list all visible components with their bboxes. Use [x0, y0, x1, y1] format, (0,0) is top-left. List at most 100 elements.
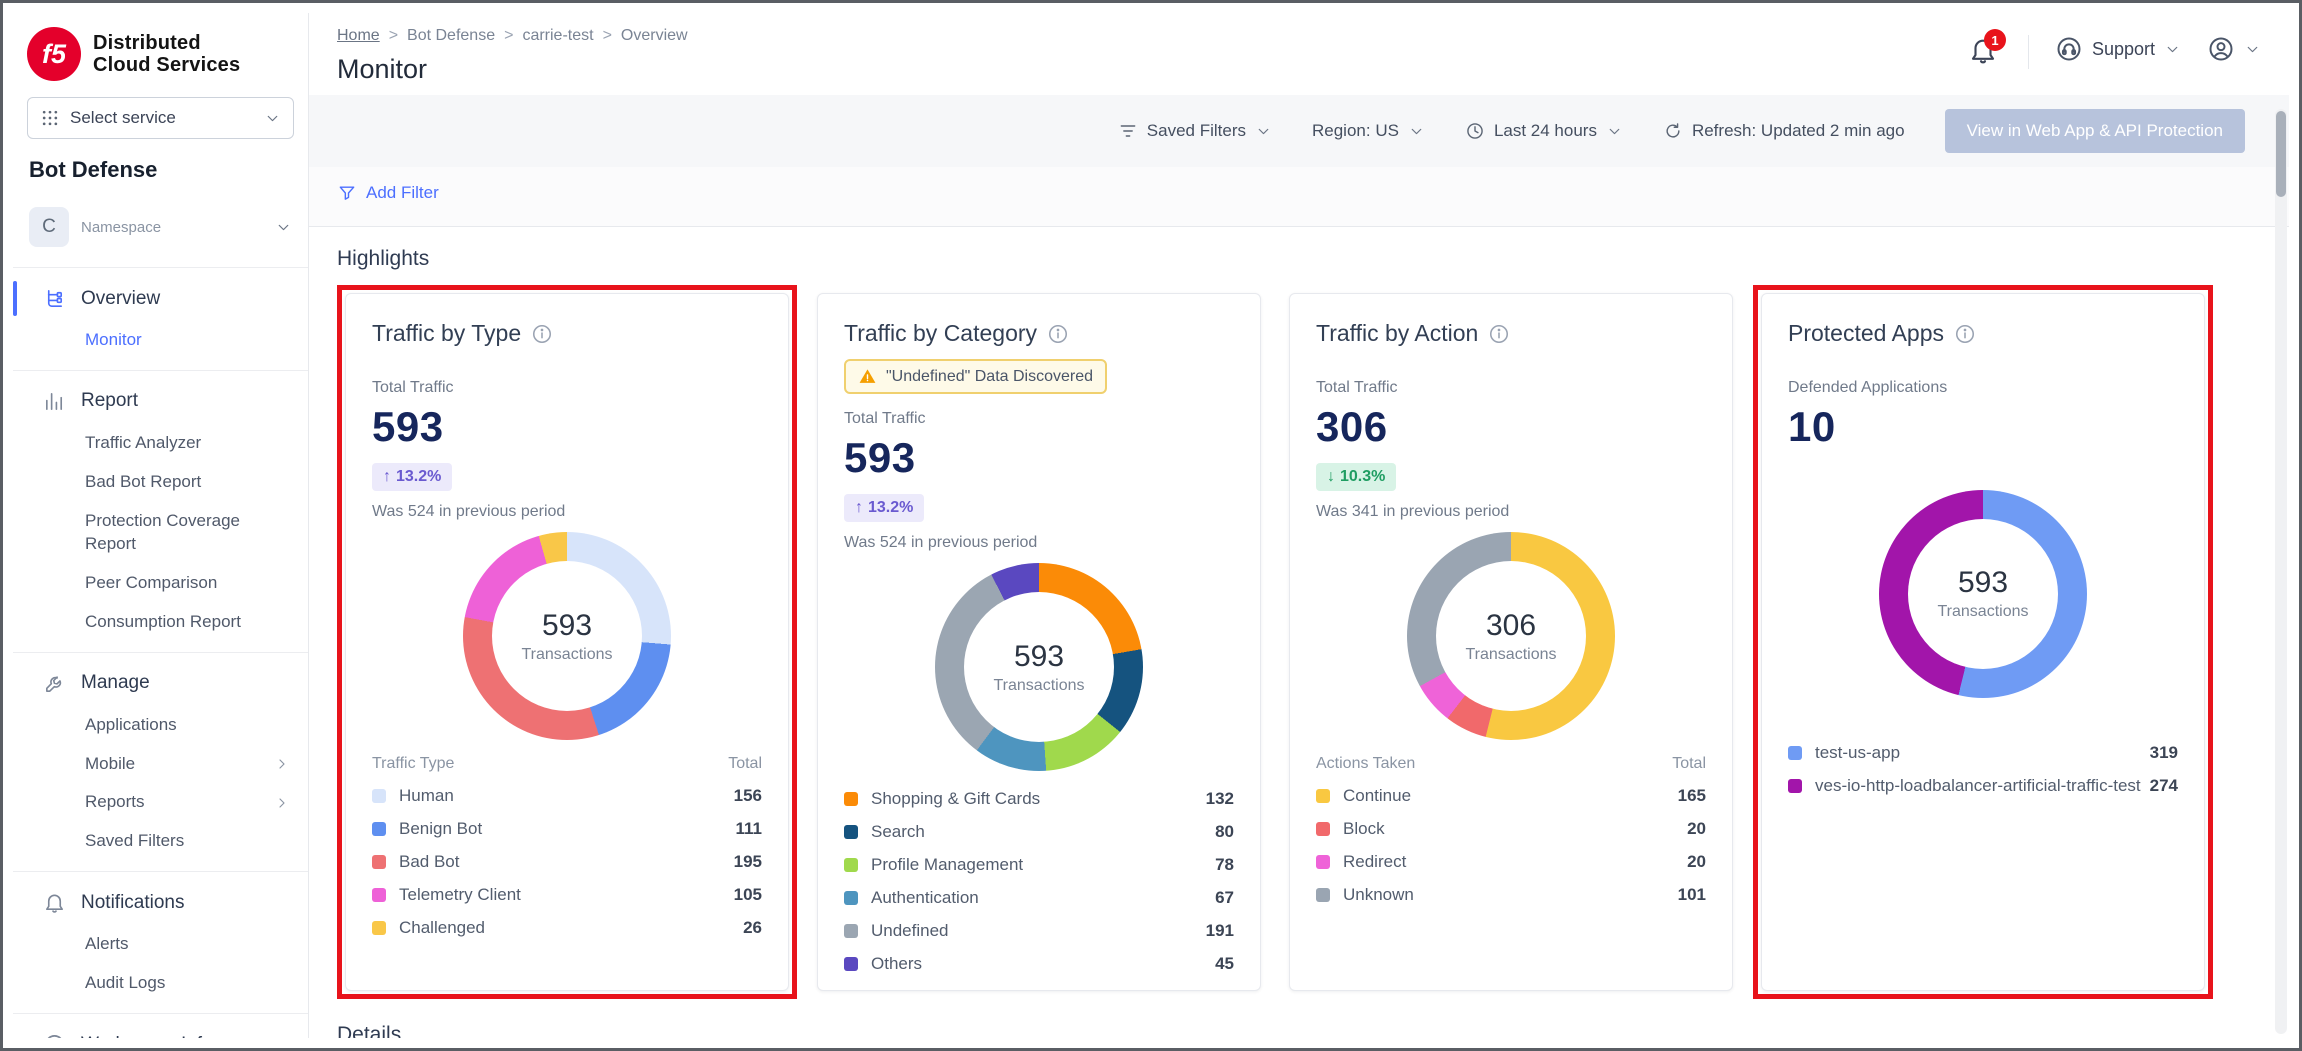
refresh-label: Refresh: Updated 2 min ago — [1692, 121, 1905, 141]
legend-item-telemetry-client[interactable]: Telemetry Client105 — [372, 878, 762, 911]
legend-item-bad-bot[interactable]: Bad Bot195 — [372, 845, 762, 878]
sitemap-icon — [43, 287, 66, 310]
sidebar-item-reports[interactable]: Reports — [13, 783, 308, 822]
donut-center: 306Transactions — [1436, 561, 1586, 711]
info-icon[interactable] — [1047, 323, 1069, 345]
header-left: Home > Bot Defense > carrie-test > Overv… — [337, 27, 688, 85]
refresh-button[interactable]: Refresh: Updated 2 min ago — [1663, 121, 1905, 141]
undefined-data-warning-pill[interactable]: "Undefined" Data Discovered — [844, 359, 1107, 394]
service-selector-label: Select service — [70, 108, 176, 128]
info-icon[interactable] — [1488, 323, 1510, 345]
legend-item-search[interactable]: Search80 — [844, 815, 1234, 848]
bell-icon — [43, 891, 66, 914]
region-label: Region: US — [1312, 121, 1399, 141]
grid-icon — [40, 108, 60, 128]
legend-item-others[interactable]: Others45 — [844, 947, 1234, 980]
card-protected-apps: Protected AppsDefended Applications10593… — [1761, 293, 2205, 991]
legend-label: Block — [1343, 819, 1687, 839]
account-menu[interactable] — [2207, 35, 2261, 63]
view-in-waap-button[interactable]: View in Web App & API Protection — [1945, 109, 2245, 153]
change-badge: ↑13.2% — [844, 494, 924, 522]
sidebar-item-protection-coverage-report[interactable]: Protection Coverage Report — [13, 502, 308, 564]
stat-label: Defended Applications — [1788, 379, 2178, 397]
sidebar-item-alerts[interactable]: Alerts — [13, 925, 308, 964]
sidebar-item-audit-logs[interactable]: Audit Logs — [13, 964, 308, 1003]
sidebar-item-saved-filters[interactable]: Saved Filters — [13, 822, 308, 861]
sidebar-subitem-label: Alerts — [85, 933, 290, 956]
saved-filters-dropdown[interactable]: Saved Filters — [1118, 121, 1272, 141]
legend-swatch — [1788, 746, 1802, 760]
legend-value: 101 — [1678, 885, 1706, 905]
legend-label: Redirect — [1343, 852, 1687, 872]
legend-item-block[interactable]: Block20 — [1316, 812, 1706, 845]
add-filter-row: Add Filter — [309, 167, 2289, 227]
sidebar-item-manage[interactable]: Manage — [13, 661, 308, 706]
donut-chart[interactable]: 593Transactions — [463, 532, 671, 740]
add-filter-button[interactable]: Add Filter — [337, 183, 439, 203]
legend-swatch — [1316, 822, 1330, 836]
card-title-row: Protected Apps — [1788, 320, 2178, 347]
nav-group-notifications: Notifications Alerts Audit Logs — [13, 872, 308, 1014]
info-icon[interactable] — [1954, 323, 1976, 345]
legend-item-undefined[interactable]: Undefined191 — [844, 914, 1234, 947]
legend-item-shopping-gift-cards[interactable]: Shopping & Gift Cards132 — [844, 782, 1234, 815]
sidebar-item-consumption-report[interactable]: Consumption Report — [13, 603, 308, 642]
namespace-selector[interactable]: C Namespace — [13, 199, 308, 268]
breadcrumb-namespace[interactable]: carrie-test — [522, 27, 593, 45]
header-actions: 1 Support — [1968, 27, 2261, 85]
region-dropdown[interactable]: Region: US — [1312, 121, 1425, 141]
info-icon[interactable] — [531, 323, 553, 345]
sidebar-item-applications[interactable]: Applications — [13, 706, 308, 745]
notifications-bell-button[interactable]: 1 — [1968, 35, 2002, 69]
breadcrumb-home[interactable]: Home — [337, 27, 380, 45]
sidebar-item-workspace-info[interactable]: Workspace Info — [13, 1022, 308, 1038]
support-menu[interactable]: Support — [2055, 35, 2181, 63]
chevron-down-icon — [1255, 123, 1272, 140]
previous-period-text: Was 524 in previous period — [844, 534, 1234, 552]
sidebar-item-monitor[interactable]: Monitor — [13, 321, 308, 360]
time-range-dropdown[interactable]: Last 24 hours — [1465, 121, 1623, 141]
card-traffic-by-category: Traffic by Category"Undefined" Data Disc… — [817, 293, 1261, 991]
sidebar-item-report[interactable]: Report — [13, 379, 308, 424]
sidebar-subitem-label: Monitor — [85, 329, 290, 352]
brand-line2: Cloud Services — [93, 54, 240, 76]
brand-line1: Distributed — [93, 32, 240, 54]
legend-item-benign-bot[interactable]: Benign Bot111 — [372, 812, 762, 845]
service-selector[interactable]: Select service — [27, 97, 294, 139]
legend-label: Bad Bot — [399, 852, 734, 872]
sidebar-item-bad-bot-report[interactable]: Bad Bot Report — [13, 463, 308, 502]
legend-header: Traffic TypeTotal — [372, 751, 762, 779]
vertical-scrollbar[interactable] — [2275, 109, 2287, 1034]
legend-label: Undefined — [871, 921, 1206, 941]
donut-center-label: Transactions — [1938, 603, 2029, 621]
legend-item-test-us-app[interactable]: test-us-app319 — [1788, 736, 2178, 769]
breadcrumb-overview[interactable]: Overview — [621, 27, 688, 45]
legend-item-human[interactable]: Human156 — [372, 779, 762, 812]
scrollbar-thumb[interactable] — [2276, 111, 2286, 197]
donut-chart[interactable]: 593Transactions — [935, 563, 1143, 771]
legend-item-ves-io-http-loadbalancer-artificial-traffic-test[interactable]: ves-io-http-loadbalancer-artificial-traf… — [1788, 769, 2178, 802]
legend-item-redirect[interactable]: Redirect20 — [1316, 845, 1706, 878]
legend-swatch — [372, 789, 386, 803]
sidebar-item-peer-comparison[interactable]: Peer Comparison — [13, 564, 308, 603]
legend-item-unknown[interactable]: Unknown101 — [1316, 878, 1706, 911]
legend-item-challenged[interactable]: Challenged26 — [372, 911, 762, 944]
legend-item-profile-management[interactable]: Profile Management78 — [844, 848, 1234, 881]
legend-label: Profile Management — [871, 855, 1215, 875]
sidebar-item-traffic-analyzer[interactable]: Traffic Analyzer — [13, 424, 308, 463]
sidebar-item-notifications[interactable]: Notifications — [13, 880, 308, 925]
legend-item-authentication[interactable]: Authentication67 — [844, 881, 1234, 914]
sidebar-item-overview[interactable]: Overview — [13, 276, 308, 321]
sidebar-subitem-label: Mobile — [85, 753, 274, 776]
legend-swatch — [844, 891, 858, 905]
legend-value: 319 — [2150, 743, 2178, 763]
breadcrumb-bot-defense[interactable]: Bot Defense — [407, 27, 495, 45]
saved-filters-label: Saved Filters — [1147, 121, 1246, 141]
chevron-down-icon — [2164, 41, 2181, 58]
card-title: Protected Apps — [1788, 320, 1944, 347]
chevron-down-icon — [1606, 123, 1623, 140]
donut-chart[interactable]: 306Transactions — [1407, 532, 1615, 740]
sidebar-item-mobile[interactable]: Mobile — [13, 745, 308, 784]
legend-item-continue[interactable]: Continue165 — [1316, 779, 1706, 812]
donut-chart[interactable]: 593Transactions — [1879, 490, 2087, 698]
